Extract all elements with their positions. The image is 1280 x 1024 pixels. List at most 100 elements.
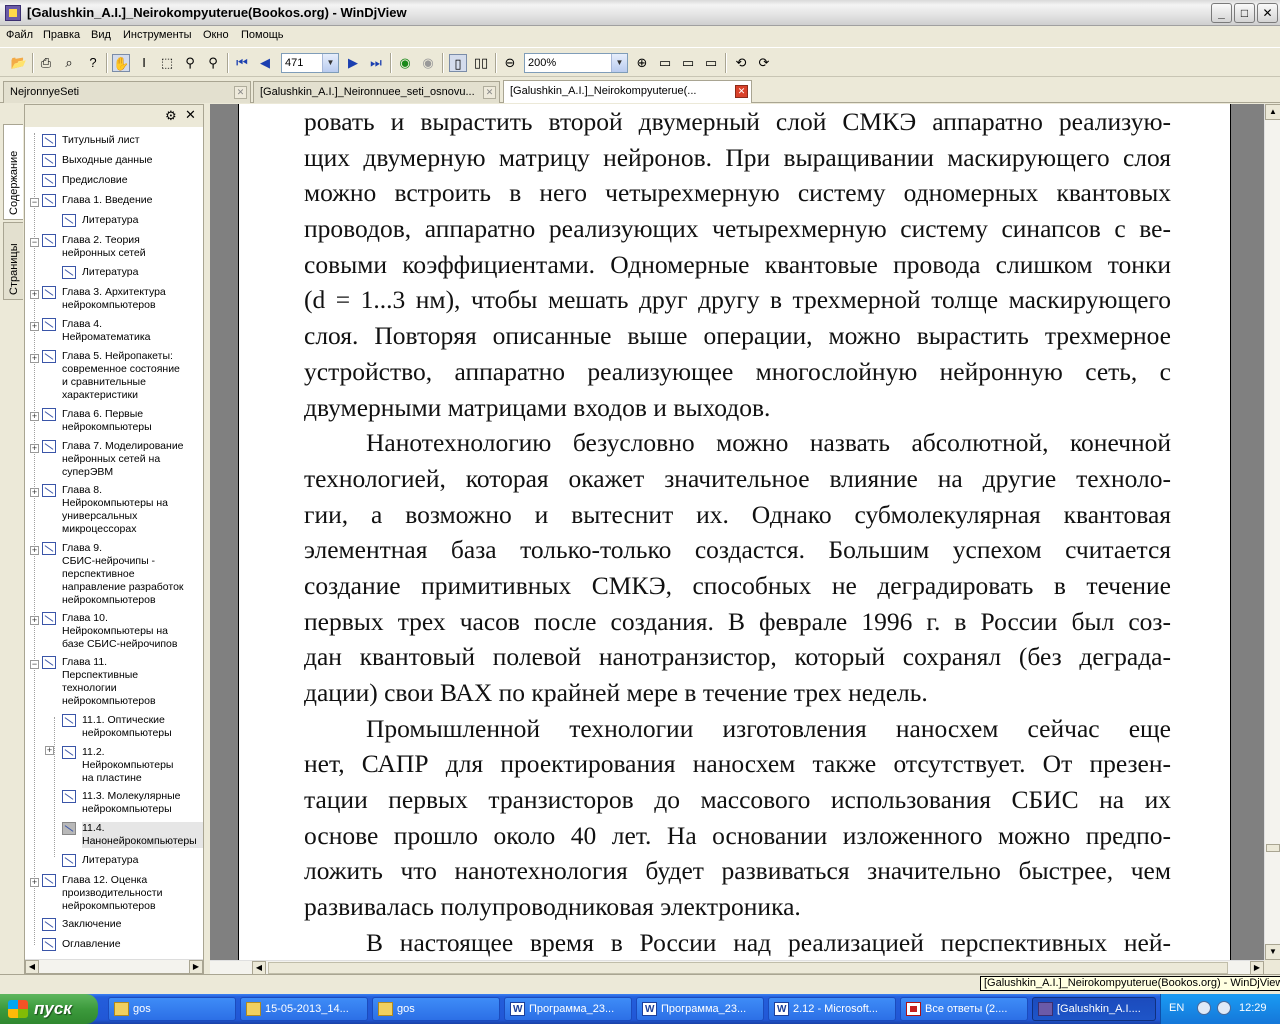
- toc-item[interactable]: Оглавление: [42, 938, 202, 951]
- gear-icon[interactable]: ⚙: [165, 108, 177, 124]
- expand-icon[interactable]: +: [30, 412, 39, 421]
- menu-window[interactable]: Окно: [203, 29, 229, 41]
- forward-icon[interactable]: ◉: [419, 54, 437, 72]
- close-icon[interactable]: ✕: [735, 85, 748, 98]
- document-horizontal-scrollbar[interactable]: ◀ ▶: [210, 960, 1264, 975]
- last-page-icon[interactable]: ⏭: [367, 54, 385, 72]
- maximize-button[interactable]: □: [1234, 3, 1255, 23]
- taskbar-item-active[interactable]: [Galushkin_A.I....: [1032, 997, 1156, 1021]
- taskbar-item[interactable]: 15-05-2013_14...: [240, 997, 368, 1021]
- taskbar-item[interactable]: Программа_23...: [636, 997, 764, 1021]
- toc-item[interactable]: 11.3. Молекулярные нейрокомпьютеры: [62, 790, 202, 816]
- toc-item[interactable]: Заключение: [42, 918, 202, 931]
- fit-page-icon[interactable]: ▭: [656, 54, 674, 72]
- select-rect-icon[interactable]: ⬚: [158, 54, 176, 72]
- toc-item[interactable]: Глава 7. Моделирование нейронных сетей н…: [42, 440, 202, 479]
- back-icon[interactable]: ◉: [396, 54, 414, 72]
- previous-page-icon[interactable]: ◀: [256, 54, 274, 72]
- toc-item-selected[interactable]: 11.4. Нанонейрокомпьютеры: [62, 822, 203, 848]
- menu-tools[interactable]: Инструменты: [123, 29, 192, 41]
- contents-horizontal-scrollbar[interactable]: ◀ ▶: [25, 959, 203, 974]
- toc-item[interactable]: Выходные данные: [42, 154, 202, 167]
- toc-item[interactable]: Глава 12. Оценка производительности нейр…: [42, 874, 202, 913]
- taskbar-item[interactable]: Программа_23...: [504, 997, 632, 1021]
- expand-icon[interactable]: +: [30, 444, 39, 453]
- scroll-right-icon[interactable]: ▶: [1250, 961, 1264, 975]
- tab-neironnuee-seti[interactable]: [Galushkin_A.I.]_Neironnuee_seti_osnovu.…: [253, 81, 500, 103]
- close-button[interactable]: ✕: [1257, 3, 1278, 23]
- language-indicator[interactable]: EN: [1169, 1002, 1184, 1014]
- expand-icon[interactable]: +: [30, 322, 39, 331]
- chevron-down-icon[interactable]: ▼: [611, 54, 627, 72]
- expand-icon[interactable]: +: [30, 354, 39, 363]
- toc-item[interactable]: Глава 10. Нейрокомпьютеры на базе СБИС-н…: [42, 612, 202, 651]
- collapse-icon[interactable]: −: [30, 660, 39, 669]
- document-view[interactable]: ровать и вырастить второй двумерный слой…: [210, 104, 1264, 960]
- next-page-icon[interactable]: ▶: [344, 54, 362, 72]
- select-text-icon[interactable]: I: [135, 54, 153, 72]
- toc-item[interactable]: Литература: [62, 214, 202, 227]
- expand-icon[interactable]: +: [30, 546, 39, 555]
- tab-pages[interactable]: Страницы: [3, 222, 23, 300]
- close-icon[interactable]: ✕: [483, 86, 496, 99]
- taskbar-item[interactable]: Все ответы (2....: [900, 997, 1028, 1021]
- scroll-left-icon[interactable]: ◀: [25, 960, 39, 974]
- toc-item[interactable]: Литература: [62, 854, 202, 867]
- toc-item[interactable]: Литература: [62, 266, 202, 279]
- minimize-button[interactable]: _: [1211, 3, 1232, 23]
- start-button[interactable]: пуск: [0, 994, 98, 1024]
- taskbar-item[interactable]: 2.12 - Microsoft...: [768, 997, 896, 1021]
- help-icon[interactable]: ?: [84, 54, 102, 72]
- zoom-in-icon[interactable]: ⊕: [633, 54, 651, 72]
- tab-nejronnyeseti[interactable]: NejronnyeSeti ✕: [3, 81, 251, 103]
- scroll-left-icon[interactable]: ◀: [252, 961, 266, 975]
- title-bar[interactable]: [Galushkin_A.I.]_Neirokompyuterue(Bookos…: [0, 0, 1280, 26]
- toc-item[interactable]: Глава 8. Нейрокомпьютеры на универсальны…: [42, 484, 202, 536]
- scroll-thumb[interactable]: [1266, 844, 1280, 852]
- menu-edit[interactable]: Правка: [43, 29, 80, 41]
- toc-item[interactable]: Титульный лист: [42, 134, 202, 147]
- toc-item[interactable]: Глава 9. СБИС-нейрочипы - перспективное …: [42, 542, 202, 607]
- collapse-icon[interactable]: −: [30, 238, 39, 247]
- scroll-thumb[interactable]: [268, 962, 1228, 974]
- expand-icon[interactable]: +: [45, 746, 54, 755]
- network-icon[interactable]: [1217, 1001, 1231, 1015]
- menu-view[interactable]: Вид: [91, 29, 111, 41]
- toc-item[interactable]: Глава 11. Перспективные технологии нейро…: [42, 656, 202, 708]
- hand-tool-icon[interactable]: ✋: [112, 54, 130, 72]
- actual-size-icon[interactable]: ▭: [702, 54, 720, 72]
- find-icon[interactable]: ⌕: [60, 54, 78, 72]
- fit-width-icon[interactable]: ▭: [679, 54, 697, 72]
- page-number-combo[interactable]: 471 ▼: [281, 53, 339, 73]
- app-icon[interactable]: [5, 5, 21, 21]
- print-icon[interactable]: ⎙: [37, 54, 55, 72]
- taskbar-item[interactable]: gos: [108, 997, 236, 1021]
- scroll-right-icon[interactable]: ▶: [189, 960, 203, 974]
- expand-icon[interactable]: +: [30, 878, 39, 887]
- speaker-icon[interactable]: [1197, 1001, 1211, 1015]
- toc-item[interactable]: Глава 3. Архитектура нейрокомпьютеров: [42, 286, 202, 312]
- scroll-down-icon[interactable]: ▼: [1265, 944, 1280, 960]
- tab-contents[interactable]: Содержание: [3, 124, 23, 220]
- expand-icon[interactable]: +: [30, 616, 39, 625]
- toc-item[interactable]: Предисловие: [42, 174, 202, 187]
- toc-item[interactable]: Глава 6. Первые нейрокомпьютеры: [42, 408, 202, 434]
- scroll-up-icon[interactable]: ▲: [1265, 104, 1280, 120]
- rotate-left-icon[interactable]: ⟲: [732, 54, 750, 72]
- facing-pages-icon[interactable]: ▯▯: [472, 54, 490, 72]
- expand-icon[interactable]: +: [30, 290, 39, 299]
- menu-file[interactable]: Файл: [6, 29, 33, 41]
- document-vertical-scrollbar[interactable]: ▲ ▼: [1264, 104, 1280, 960]
- toc-item[interactable]: Глава 5. Нейропакеты: современное состоя…: [42, 350, 202, 402]
- toc-item[interactable]: Глава 1. Введение: [42, 194, 202, 207]
- close-icon[interactable]: ✕: [185, 107, 196, 123]
- first-page-icon[interactable]: ⏮: [233, 54, 251, 72]
- menu-help[interactable]: Помощь: [241, 29, 284, 41]
- single-page-icon[interactable]: ▯: [449, 54, 467, 72]
- chevron-down-icon[interactable]: ▼: [322, 54, 338, 72]
- expand-icon[interactable]: +: [30, 488, 39, 497]
- toc-item[interactable]: Глава 2. Теория нейронных сетей: [42, 234, 202, 260]
- zoom-out-icon[interactable]: ⊖: [501, 54, 519, 72]
- tab-neirokompyuterue[interactable]: [Galushkin_A.I.]_Neirokompyuterue(... ✕: [503, 80, 752, 103]
- taskbar-item[interactable]: gos: [372, 997, 500, 1021]
